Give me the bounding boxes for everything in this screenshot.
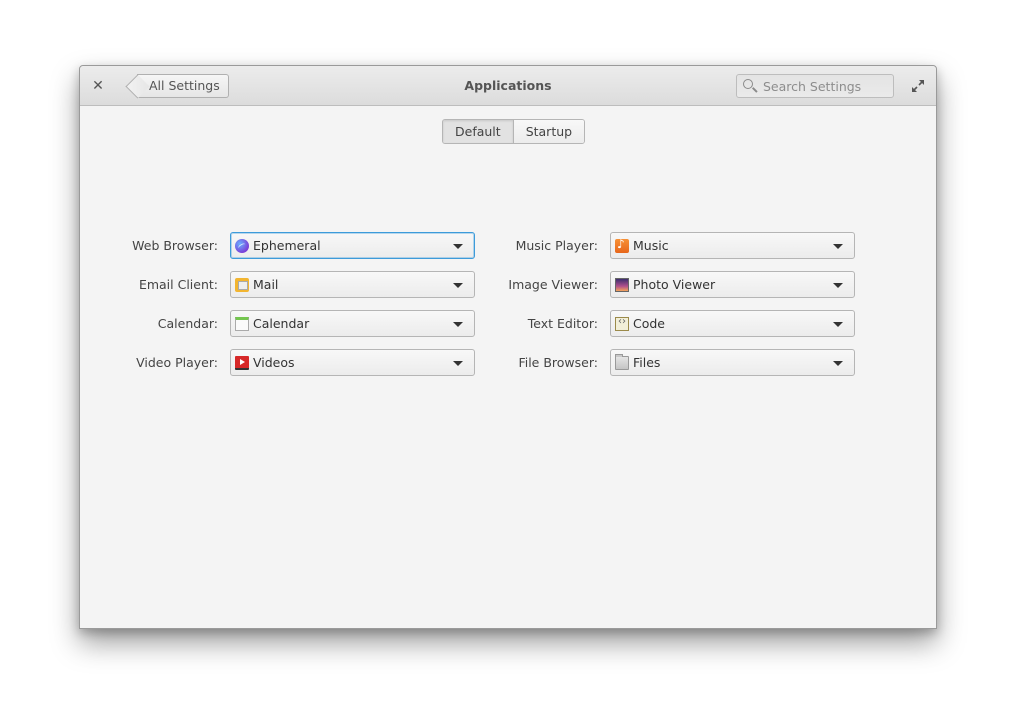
close-button[interactable]: ✕ bbox=[88, 76, 108, 96]
row-video-player: Video Player: Videos bbox=[80, 349, 475, 376]
tab-default[interactable]: Default bbox=[443, 120, 513, 143]
file-browser-combo[interactable]: Files bbox=[610, 349, 855, 376]
web-browser-value: Ephemeral bbox=[253, 238, 321, 253]
row-music-player: Music Player: Music bbox=[460, 232, 855, 259]
maximize-button[interactable] bbox=[910, 78, 926, 94]
close-icon: ✕ bbox=[92, 78, 104, 94]
chevron-down-icon bbox=[833, 322, 843, 327]
video-player-label: Video Player: bbox=[136, 355, 218, 370]
image-viewer-combo[interactable]: Photo Viewer bbox=[610, 271, 855, 298]
video-player-value: Videos bbox=[253, 355, 295, 370]
row-web-browser: Web Browser: Ephemeral bbox=[80, 232, 475, 259]
videos-icon bbox=[235, 355, 249, 370]
photo-viewer-icon bbox=[615, 277, 629, 292]
headerbar: ✕ All Settings Applications bbox=[80, 66, 936, 106]
email-client-value: Mail bbox=[253, 277, 279, 292]
web-browser-combo[interactable]: Ephemeral bbox=[230, 232, 475, 259]
settings-window: ✕ All Settings Applications Default Star… bbox=[79, 65, 937, 629]
back-button-label: All Settings bbox=[137, 74, 229, 98]
music-icon bbox=[615, 237, 629, 253]
image-viewer-value: Photo Viewer bbox=[633, 277, 716, 292]
music-player-label: Music Player: bbox=[515, 238, 598, 253]
text-editor-combo[interactable]: Code bbox=[610, 310, 855, 337]
mail-icon bbox=[235, 277, 249, 292]
search-input[interactable] bbox=[761, 78, 889, 94]
row-email-client: Email Client: Mail bbox=[80, 271, 475, 298]
chevron-down-icon bbox=[833, 361, 843, 366]
row-file-browser: File Browser: Files bbox=[460, 349, 855, 376]
ephemeral-icon bbox=[235, 238, 249, 253]
chevron-down-icon bbox=[833, 283, 843, 288]
web-browser-label: Web Browser: bbox=[132, 238, 218, 253]
tab-startup[interactable]: Startup bbox=[512, 120, 585, 143]
file-browser-label: File Browser: bbox=[518, 355, 598, 370]
music-player-combo[interactable]: Music bbox=[610, 232, 855, 259]
text-editor-value: Code bbox=[633, 316, 666, 331]
calendar-label: Calendar: bbox=[157, 316, 218, 331]
mode-switch: Default Startup bbox=[442, 119, 586, 144]
music-player-value: Music bbox=[633, 238, 669, 253]
chevron-down-icon bbox=[833, 244, 843, 249]
image-viewer-label: Image Viewer: bbox=[508, 277, 598, 292]
maximize-icon bbox=[912, 80, 924, 92]
text-editor-label: Text Editor: bbox=[527, 316, 598, 331]
email-client-label: Email Client: bbox=[138, 277, 218, 292]
file-browser-value: Files bbox=[633, 355, 661, 370]
row-text-editor: Text Editor: Code bbox=[460, 310, 855, 337]
files-icon bbox=[615, 353, 629, 370]
row-calendar: Calendar: Calendar bbox=[80, 310, 475, 337]
calendar-combo[interactable]: Calendar bbox=[230, 310, 475, 337]
row-image-viewer: Image Viewer: Photo Viewer bbox=[460, 271, 855, 298]
calendar-value: Calendar bbox=[253, 316, 310, 331]
all-settings-back-button[interactable]: All Settings bbox=[125, 73, 229, 99]
search-icon bbox=[739, 75, 761, 97]
email-client-combo[interactable]: Mail bbox=[230, 271, 475, 298]
search-field[interactable] bbox=[736, 74, 894, 98]
video-player-combo[interactable]: Videos bbox=[230, 349, 475, 376]
code-icon bbox=[615, 316, 629, 331]
calendar-icon bbox=[235, 316, 249, 331]
